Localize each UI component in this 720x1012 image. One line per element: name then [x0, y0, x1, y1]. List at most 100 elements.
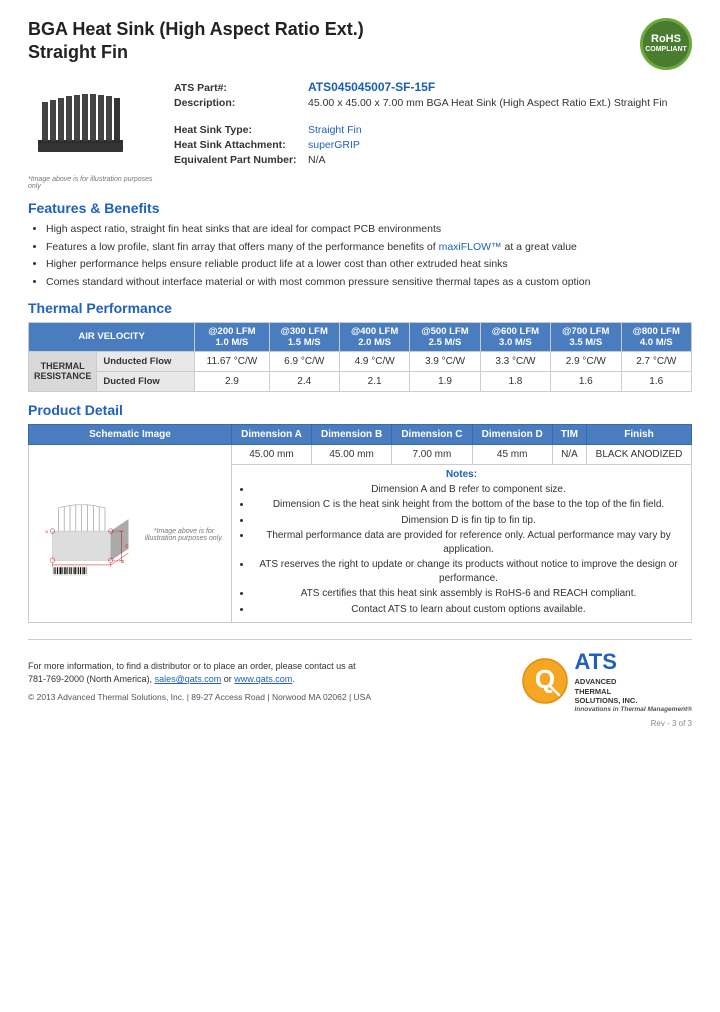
footer-email[interactable]: sales@qats.com: [155, 674, 222, 684]
dim-b-header: Dimension B: [311, 424, 391, 444]
unducted-700: 2.9 °C/W: [551, 351, 621, 371]
schematic-caption: *Image above is for illustration purpose…: [143, 528, 225, 542]
schematic-svg: A B C: [35, 459, 143, 609]
part-number: ATS045045007-SF-15F: [308, 80, 435, 94]
ducted-row: Ducted Flow 2.9 2.4 2.1 1.9 1.8 1.6 1.6: [29, 371, 692, 391]
col-500lfm: @500 LFM2.5 M/S: [410, 322, 480, 351]
spec-row-type: Heat Sink Type: Straight Fin: [174, 124, 692, 136]
finish-header: Finish: [587, 424, 692, 444]
tim-header: TIM: [552, 424, 586, 444]
maxiflow-highlight: maxiFLOW™: [439, 241, 502, 253]
note-3: Dimension D is fin tip to fin tip.: [252, 514, 685, 528]
attach-value: superGRIP: [308, 139, 360, 151]
thermal-table: AIR VELOCITY @200 LFM1.0 M/S @300 LFM1.5…: [28, 322, 692, 392]
feature-item-3: Higher performance helps ensure reliable…: [46, 257, 692, 272]
ducted-700: 1.6: [551, 371, 621, 391]
footer-phone: 781-769-2000 (North America),: [28, 674, 152, 684]
unducted-500: 3.9 °C/W: [410, 351, 480, 371]
col-700lfm: @700 LFM3.5 M/S: [551, 322, 621, 351]
finish-value: BLACK ANODIZED: [587, 444, 692, 464]
svg-text:C: C: [125, 543, 128, 548]
page-number: Rev - 3 of 3: [28, 719, 692, 728]
description: 45.00 x 45.00 x 7.00 mm BGA Heat Sink (H…: [308, 97, 668, 109]
thermal-section-title: Thermal Performance: [28, 300, 692, 316]
air-velocity-header: AIR VELOCITY: [29, 322, 195, 351]
spec-row-desc: Description: 45.00 x 45.00 x 7.00 mm BGA…: [174, 97, 692, 109]
footer-website[interactable]: www.qats.com: [234, 674, 292, 684]
product-detail-section-title: Product Detail: [28, 402, 692, 418]
unducted-600: 3.3 °C/W: [480, 351, 550, 371]
type-label: Heat Sink Type:: [174, 124, 304, 136]
note-5: ATS reserves the right to update or chan…: [252, 558, 685, 585]
page-container: BGA Heat Sink (High Aspect Ratio Ext.) S…: [0, 0, 720, 1012]
dim-d-value: 45 mm: [472, 444, 552, 464]
ats-q-logo: Q: [521, 657, 569, 705]
footer-copyright: © 2013 Advanced Thermal Solutions, Inc. …: [28, 691, 371, 704]
product-image-box: *Image above is for illustration purpose…: [28, 80, 158, 190]
ducted-400: 2.1: [339, 371, 409, 391]
col-800lfm: @800 LFM4.0 M/S: [621, 322, 692, 351]
company-tagline: Innovations in Thermal Management®: [575, 706, 692, 714]
image-caption: *Image above is for illustration purpose…: [28, 176, 158, 190]
ducted-200: 2.9: [195, 371, 269, 391]
unducted-300: 6.9 °C/W: [269, 351, 339, 371]
type-value: Straight Fin: [308, 124, 362, 136]
dimensions-row: A B C: [29, 444, 692, 464]
unducted-800: 2.7 °C/W: [621, 351, 692, 371]
tim-value: N/A: [552, 444, 586, 464]
product-info-row: *Image above is for illustration purpose…: [28, 80, 692, 190]
col-200lfm: @200 LFM1.0 M/S: [195, 322, 269, 351]
svg-text:B: B: [121, 559, 124, 564]
col-300lfm: @300 LFM1.5 M/S: [269, 322, 339, 351]
dim-b-value: 45.00 mm: [311, 444, 391, 464]
footer-contact: For more information, to find a distribu…: [28, 660, 371, 687]
features-list: High aspect ratio, straight fin heat sin…: [46, 222, 692, 290]
page-title: BGA Heat Sink (High Aspect Ratio Ext.) S…: [28, 18, 364, 63]
feature-item-4: Comes standard without interface materia…: [46, 275, 692, 290]
thermal-resistance-label: THERMAL RESISTANCE: [29, 351, 97, 391]
unducted-row: THERMAL RESISTANCE Unducted Flow 11.67 °…: [29, 351, 692, 371]
col-600lfm: @600 LFM3.0 M/S: [480, 322, 550, 351]
ducted-800: 1.6: [621, 371, 692, 391]
dim-d-header: Dimension D: [472, 424, 552, 444]
equiv-value: N/A: [308, 154, 326, 166]
ats-logo-text: ATS ADVANCEDTHERMALSOLUTIONS, INC. Innov…: [575, 648, 692, 714]
rohs-badge: RoHS COMPLIANT: [640, 18, 692, 70]
unducted-label: Unducted Flow: [97, 351, 195, 371]
rohs-text: RoHS: [651, 33, 681, 46]
product-image: [28, 80, 138, 170]
notes-title: Notes:: [238, 469, 685, 480]
ducted-500: 1.9: [410, 371, 480, 391]
dim-c-header: Dimension C: [392, 424, 472, 444]
features-section-title: Features & Benefits: [28, 200, 692, 216]
desc-label: Description:: [174, 97, 304, 109]
title-line2: Straight Fin: [28, 41, 364, 64]
dim-a-value: 45.00 mm: [232, 444, 312, 464]
schematic-image-area: A B C: [35, 454, 225, 614]
note-4: Thermal performance data are provided fo…: [252, 529, 685, 556]
part-label: ATS Part#:: [174, 82, 304, 94]
feature-item-2: Features a low profile, slant fin array …: [46, 240, 692, 255]
company-name: ADVANCEDTHERMALSOLUTIONS, INC.: [575, 677, 692, 706]
schematic-image-cell: A B C: [29, 444, 232, 623]
attach-label: Heat Sink Attachment:: [174, 139, 304, 151]
unducted-400: 4.9 °C/W: [339, 351, 409, 371]
footer: For more information, to find a distribu…: [28, 639, 692, 714]
unducted-200: 11.67 °C/W: [195, 351, 269, 371]
ats-abbrev: ATS: [575, 648, 617, 677]
rohs-compliant: COMPLIANT: [645, 46, 687, 54]
spec-row-attach: Heat Sink Attachment: superGRIP: [174, 139, 692, 151]
ducted-label: Ducted Flow: [97, 371, 195, 391]
feature-item-1: High aspect ratio, straight fin heat sin…: [46, 222, 692, 237]
schematic-header: Schematic Image: [29, 424, 232, 444]
spec-row-part: ATS Part#: ATS045045007-SF-15F: [174, 80, 692, 94]
spec-row-equiv: Equivalent Part Number: N/A: [174, 154, 692, 166]
col-400lfm: @400 LFM2.0 M/S: [339, 322, 409, 351]
equiv-label: Equivalent Part Number:: [174, 154, 304, 166]
dim-c-value: 7.00 mm: [392, 444, 472, 464]
footer-left: For more information, to find a distribu…: [28, 660, 371, 704]
notes-list: Dimension A and B refer to component siz…: [252, 483, 685, 617]
notes-cell: Notes: Dimension A and B refer to compon…: [232, 464, 692, 623]
dim-a-header: Dimension A: [232, 424, 312, 444]
footer-logo: Q ATS ADVANCEDTHERMALSOLUTIONS, INC. Inn…: [521, 648, 692, 714]
